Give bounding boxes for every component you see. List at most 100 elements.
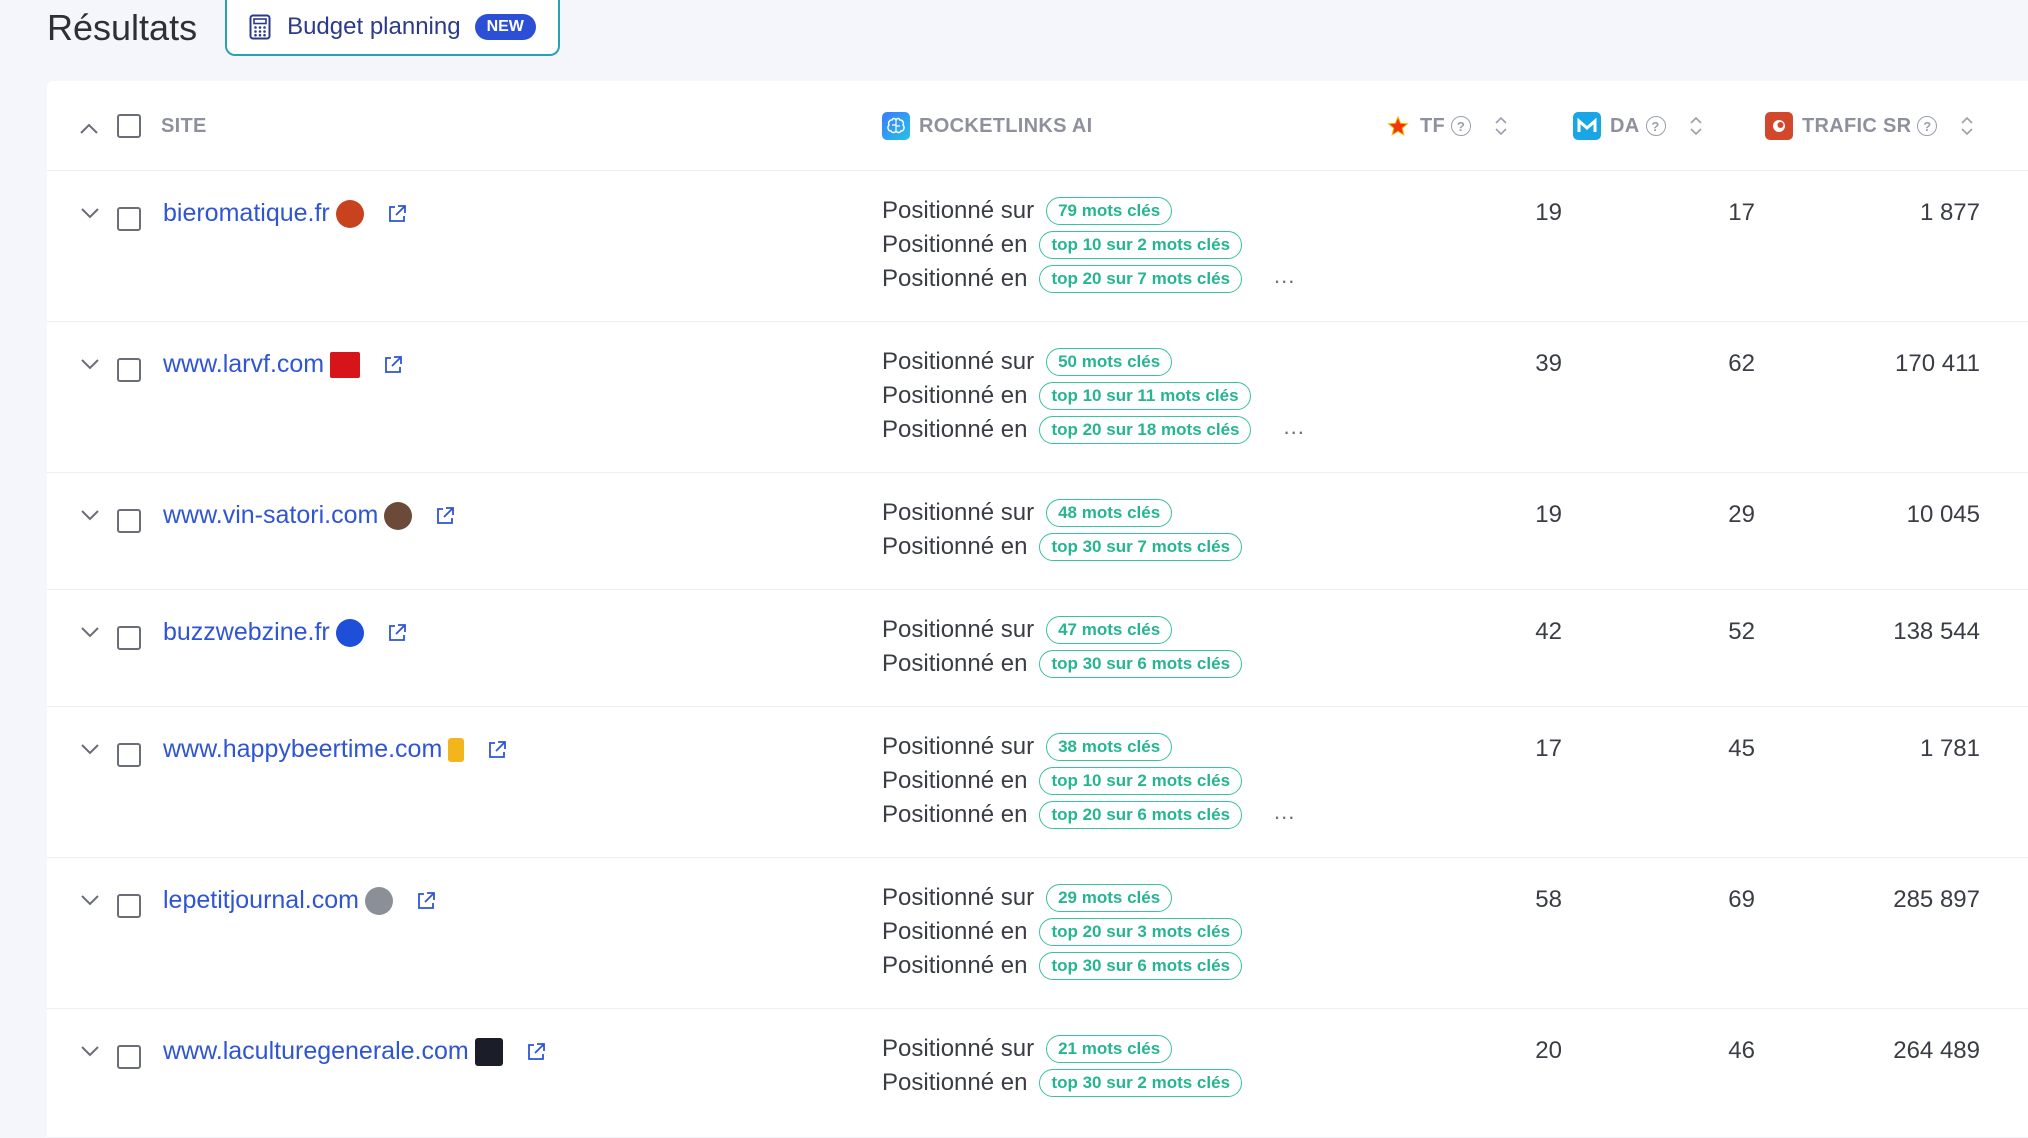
column-header-trafic-sr-label: TRAFIC SR (1802, 114, 1912, 137)
tf-sort-icon[interactable] (1495, 116, 1507, 136)
keyword-line-label: Positionné sur (882, 616, 1035, 643)
more-keywords-button[interactable]: ... (1283, 414, 1304, 440)
da-value: 45 (1728, 735, 1755, 762)
collapse-all-chevron-up-icon[interactable] (79, 122, 99, 135)
site-name[interactable]: www.larvf.com (163, 350, 324, 379)
table-row[interactable]: www.laculturegenerale.com Positionné sur… (47, 1009, 2028, 1138)
keyword-line-label: Positionné sur (882, 1035, 1035, 1062)
tf-value: 58 (1535, 886, 1562, 913)
keyword-line-label: Positionné en (882, 918, 1028, 945)
trafic-value: 138 544 (1893, 618, 1980, 645)
da-sort-icon[interactable] (1689, 116, 1702, 136)
external-link-icon[interactable] (486, 739, 508, 761)
site-name[interactable]: lepetitjournal.com (163, 886, 359, 915)
site-name[interactable]: buzzwebzine.fr (163, 618, 330, 647)
da-help-icon[interactable]: ? (1645, 116, 1666, 136)
table-row[interactable]: www.happybeertime.com Positionné sur 38 … (47, 707, 2028, 858)
site-link[interactable]: bieromatique.fr (163, 199, 408, 228)
table-row[interactable]: bieromatique.fr Positionné sur 79 mots c… (47, 171, 2028, 322)
row-checkbox[interactable] (117, 358, 141, 382)
table-row[interactable]: www.larvf.com Positionné sur 50 mots clé… (47, 322, 2028, 473)
external-link-icon[interactable] (434, 505, 456, 527)
budget-planning-label: Budget planning (287, 13, 461, 40)
keyword-line: Positionné en top 20 sur 18 mots clés ..… (882, 413, 1305, 447)
site-name[interactable]: bieromatique.fr (163, 199, 330, 228)
row-checkbox[interactable] (117, 626, 141, 650)
select-all-checkbox[interactable] (117, 114, 141, 138)
budget-planning-button[interactable]: Budget planning NEW (225, 0, 560, 56)
keyword-line: Positionné en top 30 sur 7 mots clés (882, 530, 1243, 564)
ai-brain-icon (882, 112, 910, 140)
site-link[interactable]: www.happybeertime.com (163, 735, 508, 764)
keyword-line-label: Positionné en (882, 533, 1028, 560)
external-link-icon[interactable] (382, 354, 404, 376)
keyword-pill: top 20 sur 6 mots clés (1039, 801, 1243, 829)
row-checkbox[interactable] (117, 207, 141, 231)
column-header-trafic-sr[interactable]: TRAFIC SR ? (1765, 81, 1973, 171)
expand-row-chevron-down-icon[interactable] (79, 1044, 101, 1058)
keyword-line-label: Positionné en (882, 801, 1028, 828)
tf-help-icon[interactable]: ? (1451, 116, 1472, 136)
da-value: 17 (1728, 199, 1755, 226)
expand-row-chevron-down-icon[interactable] (79, 742, 101, 756)
keyword-line: Positionné en top 20 sur 3 mots clés (882, 915, 1243, 949)
row-checkbox[interactable] (117, 1045, 141, 1069)
more-keywords-button[interactable]: ... (1274, 263, 1295, 289)
keyword-line: Positionné en top 20 sur 7 mots clés ... (882, 262, 1295, 296)
table-row[interactable]: www.vin-satori.com Positionné sur 48 mot… (47, 473, 2028, 590)
keyword-line-label: Positionné sur (882, 499, 1035, 526)
row-checkbox[interactable] (117, 743, 141, 767)
trafic-value: 285 897 (1893, 886, 1980, 913)
keyword-line-label: Positionné en (882, 265, 1028, 292)
expand-row-chevron-down-icon[interactable] (79, 508, 101, 522)
column-header-da[interactable]: DA ? (1573, 81, 1702, 171)
keyword-line-label: Positionné sur (882, 884, 1035, 911)
keyword-pill: top 30 sur 6 mots clés (1039, 952, 1243, 980)
keyword-pill: 48 mots clés (1046, 499, 1173, 527)
keyword-line: Positionné sur 21 mots clés (882, 1032, 1242, 1066)
site-name[interactable]: www.laculturegenerale.com (163, 1037, 469, 1066)
site-link[interactable]: www.laculturegenerale.com (163, 1037, 547, 1066)
trafic-help-icon[interactable]: ? (1917, 116, 1938, 136)
buzz-b-icon (335, 618, 364, 647)
keyword-pill: top 20 sur 18 mots clés (1039, 416, 1252, 444)
external-link-icon[interactable] (525, 1041, 547, 1063)
keyword-pill: top 20 sur 3 mots clés (1039, 918, 1243, 946)
column-header-site[interactable]: SITE (161, 81, 207, 171)
table-row[interactable]: lepetitjournal.com Positionné sur 29 mot… (47, 858, 2028, 1009)
expand-row-chevron-down-icon[interactable] (79, 893, 101, 907)
keyword-pill: 79 mots clés (1046, 197, 1173, 225)
table-row[interactable]: buzzwebzine.fr Positionné sur 47 mots cl… (47, 590, 2028, 707)
keyword-summary: Positionné sur 38 mots clés Positionné e… (882, 730, 1295, 832)
row-checkbox[interactable] (117, 509, 141, 533)
keyword-summary: Positionné sur 47 mots clés Positionné e… (882, 613, 1243, 681)
keyword-summary: Positionné sur 21 mots clés Positionné e… (882, 1032, 1243, 1100)
site-name[interactable]: www.happybeertime.com (163, 735, 442, 764)
more-keywords-button[interactable]: ... (1274, 799, 1295, 825)
page-title: Résultats (47, 7, 198, 48)
expand-row-chevron-down-icon[interactable] (79, 206, 101, 220)
satori-logo-icon (384, 501, 413, 530)
external-link-icon[interactable] (386, 622, 408, 644)
site-name[interactable]: www.vin-satori.com (163, 501, 378, 530)
external-link-icon[interactable] (386, 203, 408, 225)
external-link-icon[interactable] (415, 890, 437, 912)
expand-row-chevron-down-icon[interactable] (79, 357, 101, 371)
table-header: SITE ROCKETLINKS AI TF ? DA ? TRAFIC SR … (47, 81, 2028, 171)
column-header-tf[interactable]: TF ? (1385, 81, 1507, 171)
keyword-line: Positionné sur 79 mots clés (882, 194, 1295, 228)
keyword-summary: Positionné sur 29 mots clés Positionné e… (882, 881, 1243, 983)
tf-value: 42 (1535, 618, 1562, 645)
keyword-line: Positionné sur 29 mots clés (882, 881, 1242, 915)
trafic-sort-icon[interactable] (1961, 116, 1973, 136)
keyword-line: Positionné en top 10 sur 2 mots clés (882, 764, 1295, 798)
keyword-pill: top 30 sur 2 mots clés (1039, 1069, 1243, 1097)
expand-row-chevron-down-icon[interactable] (79, 625, 101, 639)
site-link[interactable]: www.larvf.com (163, 350, 404, 379)
row-checkbox[interactable] (117, 894, 141, 918)
site-link[interactable]: buzzwebzine.fr (163, 618, 408, 647)
results-header: Résultats Budget planning NEW (47, 0, 560, 56)
site-link[interactable]: www.vin-satori.com (163, 501, 456, 530)
column-header-rocketlinks-ai-label: ROCKETLINKS AI (919, 114, 1093, 137)
site-link[interactable]: lepetitjournal.com (163, 886, 437, 915)
